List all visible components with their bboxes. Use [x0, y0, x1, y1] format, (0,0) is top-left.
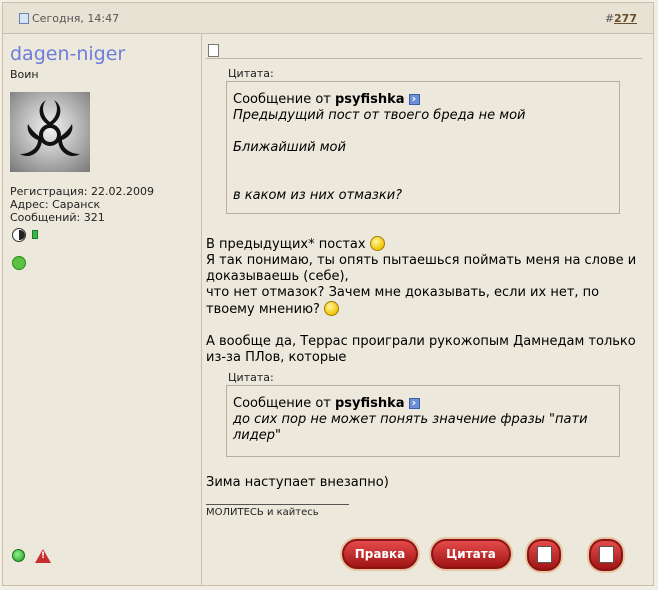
post-tools: [12, 547, 51, 566]
text-line: А вообще да, Террас проиграли рукожопым …: [206, 334, 636, 349]
document-icon: [19, 13, 29, 24]
multiquote-icon: [537, 546, 552, 563]
send-message-icon[interactable]: [12, 256, 26, 270]
post-number-link[interactable]: 277: [614, 12, 637, 25]
quote-block: Сообщение от psyfishka Предыдущий пост о…: [226, 81, 620, 214]
quick-reply-button[interactable]: [589, 539, 623, 571]
view-post-icon[interactable]: [408, 395, 420, 411]
text-line: что нет отмазок? Зачем мне доказывать, е…: [206, 285, 600, 300]
quote-line: до сих пор не может понять значение фраз…: [233, 412, 588, 427]
message-count: Сообщений: 321: [10, 211, 105, 224]
text-line: В предыдущих* постах: [206, 236, 646, 253]
post-body: Цитата: Сообщение от psyfishka Предыдущи…: [202, 34, 653, 585]
user-status-icons: [12, 227, 38, 246]
quote-block: Сообщение от psyfishka до сих пор не мож…: [226, 385, 620, 457]
text-line: из-за ПЛов, которые: [206, 350, 347, 365]
title-divider: [206, 58, 642, 59]
quote-line: Предыдущий пост от твоего бреда не мой: [233, 108, 526, 123]
user-info-panel: dagen-niger Воин Регистрация: 22.02.2009…: [3, 34, 202, 585]
post-text: В предыдущих* постах Я так понимаю, ты о…: [206, 236, 646, 366]
quote-from: Сообщение от psyfishka: [233, 395, 613, 412]
quote-button[interactable]: Цитата: [431, 539, 511, 569]
signature-divider: [206, 504, 349, 505]
smile-icon: [324, 301, 340, 316]
reputation-icon[interactable]: [12, 228, 26, 242]
user-title: Воин: [10, 68, 39, 81]
post-number: #277: [604, 12, 637, 25]
quote-label: Цитата:: [228, 371, 274, 384]
quote-author: psyfishka: [334, 396, 405, 411]
view-post-icon[interactable]: [408, 91, 420, 107]
user-stats: Регистрация: 22.02.2009 Адрес: Саранск С…: [10, 185, 154, 224]
registration-date: Регистрация: 22.02.2009: [10, 185, 154, 198]
username-link[interactable]: dagen-niger: [10, 43, 125, 65]
signature: МОЛИТЕСЬ и кайтесь: [206, 507, 319, 518]
forum-post: Сегодня, 14:47 #277 dagen-niger Воин Рег…: [2, 2, 654, 586]
quote-label: Цитата:: [228, 67, 274, 80]
quick-reply-icon: [599, 546, 614, 563]
user-address: Адрес: Саранск: [10, 198, 101, 211]
quote-line: в каком из них отмазки?: [233, 188, 403, 203]
biohazard-icon: [20, 100, 80, 157]
online-status-icon: [12, 549, 25, 562]
quote-line: лидер": [233, 428, 281, 443]
edit-button[interactable]: Правка: [342, 539, 418, 569]
post-icon: [208, 44, 219, 57]
quote-from: Сообщение от psyfishka: [233, 91, 613, 108]
multi-quote-button[interactable]: [527, 539, 561, 571]
post-header: Сегодня, 14:47 #277: [3, 3, 653, 34]
quote-line: Ближайший мой: [233, 140, 346, 155]
report-icon[interactable]: [35, 549, 51, 563]
post-date: Сегодня, 14:47: [19, 12, 119, 25]
text-line: Я так понимаю, ты опять пытаешься поймат…: [206, 253, 637, 268]
text-line: доказываешь (себе),: [206, 269, 349, 284]
reputation-bar-icon: [32, 230, 38, 239]
avatar[interactable]: [10, 92, 90, 172]
quote-author: psyfishka: [334, 92, 405, 107]
closing-text: Зима наступает внезапно): [206, 475, 389, 490]
text-line: твоему мнению?: [206, 301, 646, 318]
smile-icon: [369, 236, 385, 251]
